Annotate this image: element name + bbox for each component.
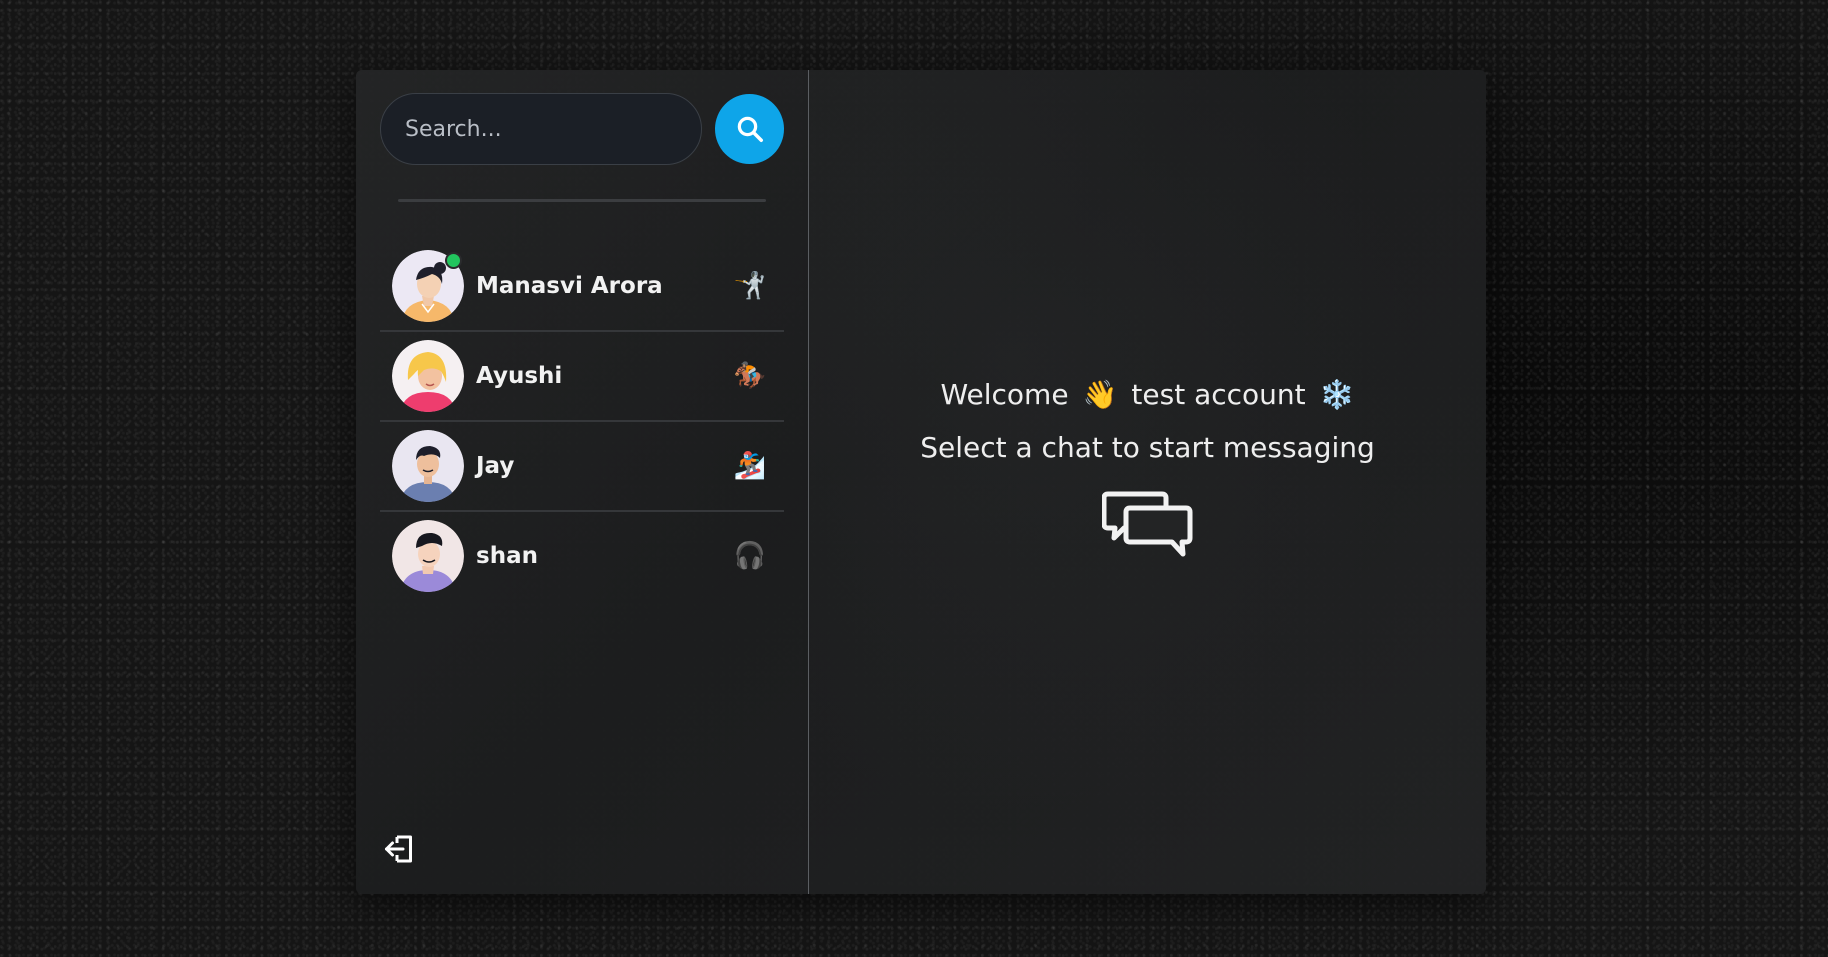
contact-name: shan (476, 543, 538, 569)
chat-bubbles-icon (1101, 490, 1194, 566)
sidebar: Manasvi Arora 🤺 Ayushi 🏇🏽 (356, 70, 809, 894)
search-form (380, 93, 784, 165)
welcome-username: test account (1131, 378, 1306, 411)
search-button[interactable] (715, 94, 784, 164)
contact-name: Manasvi Arora (476, 273, 663, 299)
contact-name: Ayushi (476, 363, 563, 389)
contact-name: Jay (476, 453, 515, 479)
contact-item-jay[interactable]: Jay 🏂🏽 (380, 422, 784, 512)
no-chat-selected-panel: Welcome 👋 test account ❄️ Select a chat … (809, 70, 1486, 894)
contact-emoji: 🎧 (733, 541, 766, 571)
welcome-greeting: Welcome (940, 378, 1069, 411)
contact-list: Manasvi Arora 🤺 Ayushi 🏇🏽 Jay 🏂🏽 shan 🎧 (380, 242, 784, 600)
search-icon (737, 116, 763, 142)
avatar (392, 340, 464, 412)
online-indicator (445, 252, 462, 269)
logout-icon (385, 835, 412, 862)
logout-button[interactable] (380, 830, 420, 870)
contact-item-ayushi[interactable]: Ayushi 🏇🏽 (380, 332, 784, 422)
snowflake-emoji: ❄️ (1319, 378, 1355, 411)
avatar (392, 250, 464, 322)
wave-emoji: 👋 (1082, 378, 1118, 411)
contact-emoji: 🏇🏽 (733, 361, 766, 391)
chat-app-window: Manasvi Arora 🤺 Ayushi 🏇🏽 (356, 70, 1486, 894)
welcome-message: Welcome 👋 test account ❄️ (940, 378, 1354, 411)
contact-emoji: 🤺 (733, 271, 766, 301)
contact-item-shan[interactable]: shan 🎧 (380, 512, 784, 600)
select-chat-prompt: Select a chat to start messaging (920, 431, 1375, 464)
avatar (392, 430, 464, 502)
contact-emoji: 🏂🏽 (733, 451, 766, 481)
avatar (392, 520, 464, 592)
contact-item-manasvi-arora[interactable]: Manasvi Arora 🤺 (380, 242, 784, 332)
search-input[interactable] (380, 93, 702, 165)
sidebar-divider (398, 199, 766, 202)
